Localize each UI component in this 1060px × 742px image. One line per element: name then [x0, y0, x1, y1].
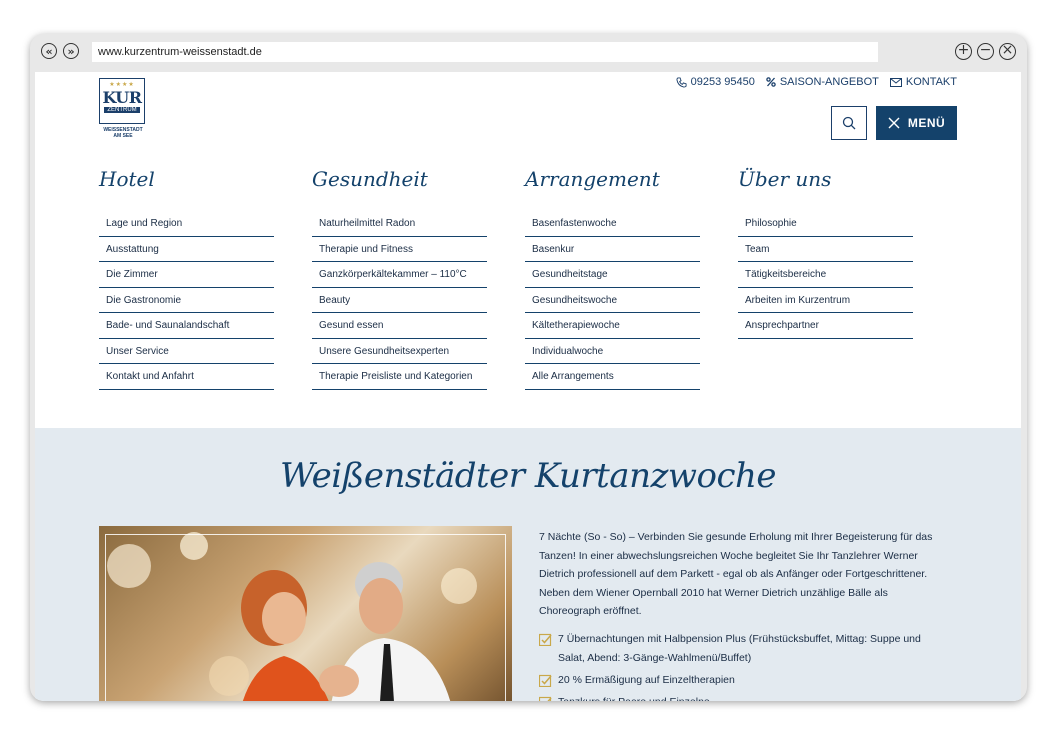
offer-label: SAISON-ANGEBOT: [779, 76, 879, 88]
contact-link[interactable]: KONTAKT: [889, 76, 957, 88]
feature-item: Tanzkurs für Paare und Einzelne: [539, 693, 939, 701]
menu-item[interactable]: Bade- und Saunalandschaft: [99, 313, 274, 339]
menu-item[interactable]: Individualwoche: [525, 339, 700, 364]
feature-text: 7 Übernachtungen mit Halbpension Plus (F…: [558, 633, 921, 664]
search-icon: [842, 116, 856, 130]
menu-item[interactable]: Unser Service: [99, 339, 274, 364]
logo-stars: ★★★★: [109, 82, 135, 88]
feature-list: 7 Übernachtungen mit Halbpension Plus (F…: [539, 630, 939, 701]
content-section: Weißenstädter Kurtanzwoche 7 Nächte (So …: [35, 428, 1021, 701]
phone-icon: [676, 76, 687, 88]
menu-title-hotel[interactable]: Hotel: [99, 167, 274, 211]
feature-item: 20 % Ermäßigung auf Einzeltherapien: [539, 671, 939, 690]
menu-item[interactable]: Beauty: [312, 288, 487, 313]
menu-item[interactable]: Ausstattung: [99, 237, 274, 262]
logo-subtitle: WEISSENSTADT AM SEE: [99, 127, 147, 139]
menu-button[interactable]: MENÜ: [876, 106, 957, 140]
menu-title-ueber-uns[interactable]: Über uns: [738, 167, 913, 211]
close-menu-icon: [888, 117, 900, 129]
logo-zentrum: ZENTRUM: [104, 107, 140, 113]
menu-item[interactable]: Kältetherapiewoche: [525, 313, 700, 339]
menu-item[interactable]: Naturheilmittel Radon: [312, 211, 487, 237]
menu-item[interactable]: Therapie Preisliste und Kategorien: [312, 364, 487, 390]
search-button[interactable]: [831, 106, 867, 140]
menu-item[interactable]: Arbeiten im Kurzentrum: [738, 288, 913, 313]
zoom-in-button[interactable]: +: [955, 43, 972, 60]
menu-item[interactable]: Gesund essen: [312, 313, 487, 339]
menu-item[interactable]: Gesundheitstage: [525, 262, 700, 288]
mail-icon: [889, 77, 902, 87]
menu-title-gesundheit[interactable]: Gesundheit: [312, 167, 487, 211]
menu-item[interactable]: Tätigkeitsbereiche: [738, 262, 913, 288]
checkbox-icon: [539, 633, 552, 646]
browser-window: « » www.kurzentrum-weissenstadt.de + − ×…: [30, 34, 1027, 701]
menu-item[interactable]: Ansprechpartner: [738, 313, 913, 339]
menu-item[interactable]: Team: [738, 237, 913, 262]
address-bar[interactable]: www.kurzentrum-weissenstadt.de: [92, 42, 878, 62]
menu-item[interactable]: Therapie und Fitness: [312, 237, 487, 262]
contact-label: KONTAKT: [905, 76, 957, 88]
photo-frame: [105, 534, 506, 701]
forward-button[interactable]: »: [63, 43, 79, 59]
zoom-out-button[interactable]: −: [977, 43, 994, 60]
checkbox-icon: [539, 674, 552, 687]
menu-item[interactable]: Kontakt und Anfahrt: [99, 364, 274, 390]
dancing-couple-photo: [99, 526, 512, 701]
phone-link[interactable]: 09253 95450: [676, 76, 755, 88]
menu-column-ueber-uns: Über uns Philosophie Team Tätigkeitsbere…: [738, 167, 913, 339]
page-title: Weißenstädter Kurtanzwoche: [279, 456, 777, 496]
menu-item[interactable]: Basenfastenwoche: [525, 211, 700, 237]
menu-item[interactable]: Philosophie: [738, 211, 913, 237]
close-window-button[interactable]: ×: [999, 43, 1016, 60]
checkbox-icon: [539, 696, 552, 701]
percent-icon: [766, 77, 776, 87]
site-logo[interactable]: ★★★★ KUR ZENTRUM WEISSENSTADT AM SEE: [99, 78, 147, 142]
menu-item[interactable]: Unsere Gesundheitsexperten: [312, 339, 487, 364]
web-page: ★★★★ KUR ZENTRUM WEISSENSTADT AM SEE 092…: [35, 72, 1021, 701]
menu-column-gesundheit: Gesundheit Naturheilmittel Radon Therapi…: [312, 167, 487, 390]
logo-sub-line2: AM SEE: [113, 133, 133, 139]
menu-title-arrangement[interactable]: Arrangement: [525, 167, 700, 211]
logo-kur: KUR: [102, 88, 142, 107]
menu-item[interactable]: Alle Arrangements: [525, 364, 700, 390]
menu-item[interactable]: Die Gastronomie: [99, 288, 274, 313]
feature-item: 7 Übernachtungen mit Halbpension Plus (F…: [539, 630, 939, 668]
menu-item[interactable]: Die Zimmer: [99, 262, 274, 288]
menu-column-arrangement: Arrangement Basenfastenwoche Basenkur Ge…: [525, 167, 700, 390]
feature-text: Tanzkurs für Paare und Einzelne: [558, 693, 710, 701]
menu-item[interactable]: Basenkur: [525, 237, 700, 262]
logo-box: ★★★★ KUR ZENTRUM: [99, 78, 145, 124]
description-text: 7 Nächte (So - So) – Verbinden Sie gesun…: [539, 531, 933, 617]
menu-item[interactable]: Gesundheitswoche: [525, 288, 700, 313]
menu-item[interactable]: Ganzkörperkältekammer – 110°C: [312, 262, 487, 288]
feature-text: 20 % Ermäßigung auf Einzeltherapien: [558, 674, 735, 686]
offer-link[interactable]: SAISON-ANGEBOT: [766, 76, 879, 88]
menu-item[interactable]: Lage und Region: [99, 211, 274, 237]
menu-column-hotel: Hotel Lage und Region Ausstattung Die Zi…: [99, 167, 274, 390]
phone-number: 09253 95450: [690, 76, 755, 88]
top-links: 09253 95450 SAISON-ANGEBOT KONTAKT: [676, 76, 957, 88]
menu-label: MENÜ: [907, 116, 946, 130]
back-button[interactable]: «: [41, 43, 57, 59]
